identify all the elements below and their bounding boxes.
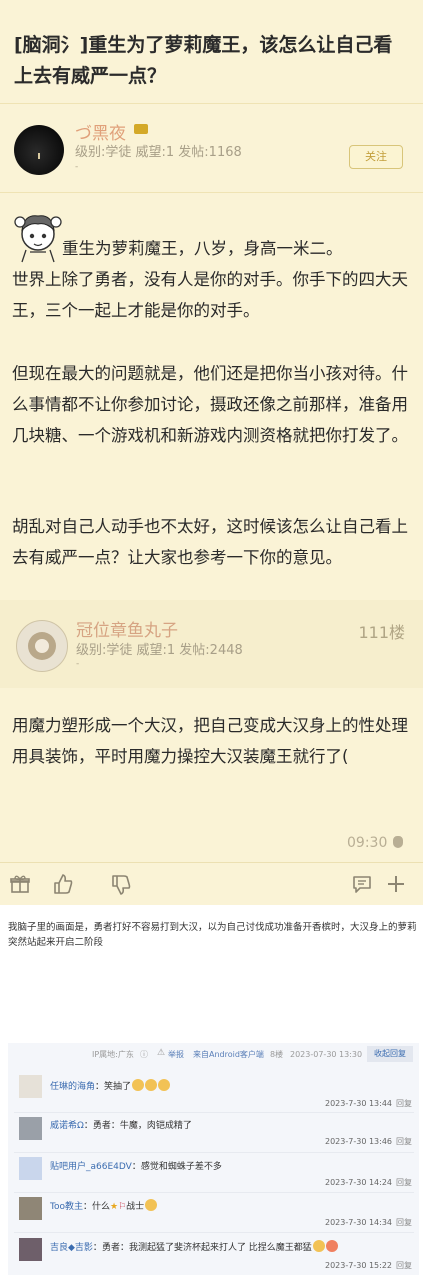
floor-label: 8楼	[270, 1050, 284, 1059]
plus-icon[interactable]	[386, 874, 406, 894]
comment-line: 贴吧用户_a66E4DV：感觉和蜘蛛子差不多	[50, 1162, 222, 1172]
comment-text-suffix: 战士	[126, 1202, 145, 1212]
divider	[0, 192, 423, 193]
laugh-emoji-icon	[312, 1240, 325, 1252]
divider	[14, 1232, 414, 1233]
comment-time: 2023-7-30 15:22	[325, 1261, 392, 1270]
reply-username[interactable]: 冠位章鱼丸子	[76, 616, 178, 641]
dislike-icon[interactable]	[110, 874, 132, 896]
op-avatar[interactable]	[14, 125, 64, 175]
op-extra-dash: -	[75, 162, 79, 172]
comment-text: 什么	[92, 1202, 111, 1212]
smile-emoji-icon	[145, 1199, 158, 1211]
like-icon[interactable]	[52, 873, 74, 895]
floor-number: 111楼	[358, 623, 405, 642]
laugh-emoji-icon	[145, 1079, 158, 1091]
follow-button[interactable]: 关注	[349, 145, 403, 169]
reply-text: 用魔力塑形成一个大汉，把自己变成大汉身上的性处理用具装饰，平时用魔力操控大汉装魔…	[12, 716, 408, 766]
post-paragraph-1: 重生为萝莉魔王，八岁，身高一米二。 世界上除了勇者，没有人是你的对手。你手下的四…	[12, 239, 408, 320]
comment-time-row: 2023-7-30 14:34 回复	[325, 1217, 412, 1229]
level-badge-icon	[134, 124, 148, 134]
comment-avatar[interactable]	[19, 1157, 42, 1180]
comment-text: 感觉和蜘蛛子差不多	[140, 1162, 222, 1172]
op-user-info: 级别:学徒 威望:1 发帖:1168	[75, 145, 242, 160]
comment-username[interactable]: 贴吧用户_a66E4DV	[50, 1162, 132, 1172]
comment-username[interactable]: Too教主	[50, 1202, 83, 1212]
comment-text: 笑抽了	[104, 1082, 132, 1092]
comment-text: 勇者：我测起猛了斐济杯起来打人了 比捏么魔王都猛	[101, 1243, 312, 1253]
warning-icon: ⚠	[157, 1048, 166, 1058]
comment-time-row: 2023-7-30 13:46 回复	[325, 1136, 412, 1148]
comment-line: Too教主：什么★⚐战士	[50, 1199, 158, 1214]
client-link[interactable]: 来自Android客户端	[193, 1049, 264, 1061]
laugh-emoji-icon	[158, 1079, 171, 1091]
gift-icon[interactable]	[10, 874, 30, 894]
reply-user-info: 级别:学徒 威望:1 发帖:2448	[76, 643, 243, 658]
comment-username[interactable]: 威诺希Ω	[50, 1121, 84, 1131]
reply-link[interactable]: 回复	[396, 1099, 412, 1108]
comment-username[interactable]: 吉良◆吉影	[50, 1243, 93, 1253]
laugh-emoji-icon	[132, 1079, 145, 1091]
divider	[14, 1192, 414, 1193]
comment-avatar[interactable]	[19, 1075, 42, 1098]
divider	[0, 103, 423, 104]
comment-time-row: 2023-7-30 15:22 回复	[325, 1260, 412, 1272]
collapse-replies-button[interactable]: 收起回复	[367, 1046, 413, 1062]
comment-time: 2023-7-30 13:44	[325, 1099, 392, 1108]
reply-link[interactable]: 回复	[396, 1261, 412, 1270]
apple-icon	[393, 836, 403, 848]
comment-username[interactable]: 任琳的海角	[50, 1082, 95, 1092]
divider	[14, 1152, 414, 1153]
flag-emoji-icon: ⚐	[118, 1202, 127, 1212]
reply-link[interactable]: 回复	[396, 1137, 412, 1146]
comment-time-row: 2023-7-30 14:24 回复	[325, 1177, 412, 1189]
comment-line: 吉良◆吉影：勇者：我测起猛了斐济杯起来打人了 比捏么魔王都猛	[50, 1240, 338, 1255]
post-paragraph-3: 胡乱对自己人动手也不太好，这时候该怎么让自己看上去有威严一点？让大家也参考一下你…	[12, 517, 408, 567]
divider	[14, 1112, 414, 1113]
comment-line: 任琳的海角：笑抽了	[50, 1079, 171, 1094]
reply-time: 09:30	[347, 835, 388, 851]
comment-line: 威诺希Ω：勇者：牛魔，肉铠成精了	[50, 1121, 192, 1131]
reply-link[interactable]: 回复	[396, 1218, 412, 1227]
reply-extra-dash: -	[76, 659, 80, 669]
comment-icon[interactable]	[352, 874, 372, 894]
caption-text: 我脑子里的画面是，勇者打好不容易打到大汉，以为自己讨伐成功准备开香槟时，大汉身上…	[8, 922, 417, 948]
comment-avatar[interactable]	[19, 1238, 42, 1261]
help-icon: ⓘ	[140, 1050, 148, 1059]
reply-link[interactable]: 回复	[396, 1178, 412, 1187]
comment-avatar[interactable]	[19, 1117, 42, 1140]
post-paragraph-2: 但现在最大的问题就是，他们还是把你当小孩对待。什么事情都不让你参加讨论，摄政还像…	[12, 364, 408, 445]
comment-time: 2023-7-30 14:34	[325, 1218, 392, 1227]
ip-location: IP属地:广东	[92, 1050, 134, 1059]
comment-time: 2023-7-30 13:46	[325, 1137, 392, 1146]
reply-avatar[interactable]	[16, 620, 68, 672]
report-link[interactable]: 举报	[168, 1049, 184, 1061]
shock-emoji-icon	[325, 1240, 338, 1252]
post-datetime: 2023-07-30 13:30	[290, 1050, 363, 1059]
comment-text: 勇者：牛魔，肉铠成精了	[92, 1121, 192, 1131]
comment-time-row: 2023-7-30 13:44 回复	[325, 1098, 412, 1110]
post-title: [脑洞氵]重生为了萝莉魔王，该怎么让自己看上去有威严一点？	[14, 34, 393, 87]
star-emoji-icon: ★	[110, 1202, 119, 1212]
comment-avatar[interactable]	[19, 1197, 42, 1220]
comment-time: 2023-7-30 14:24	[325, 1178, 392, 1187]
